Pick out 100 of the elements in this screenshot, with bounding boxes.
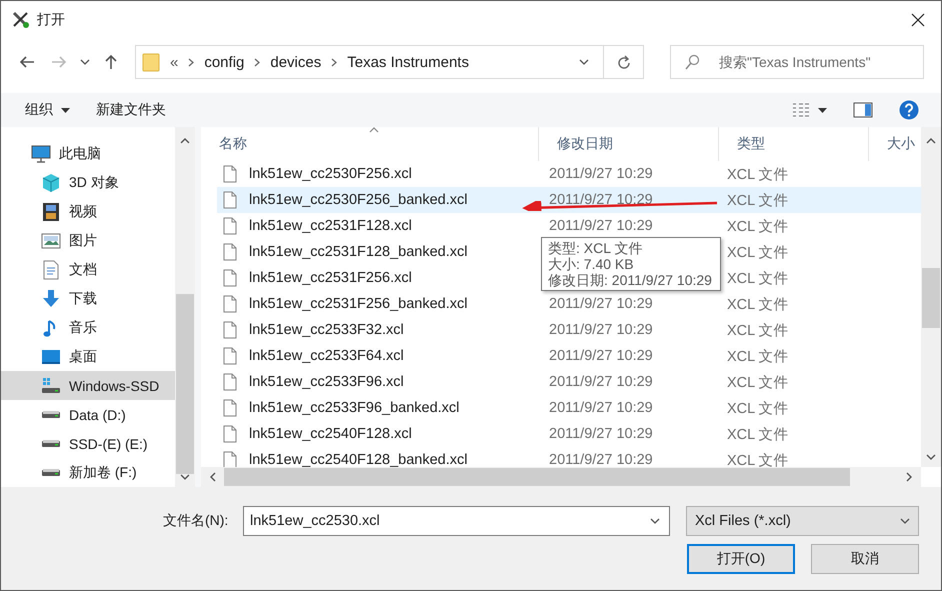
- file-type: XCL 文件: [726, 244, 790, 262]
- search-field[interactable]: 搜索"Texas Instruments": [670, 45, 924, 79]
- window-title: 打开: [37, 11, 65, 29]
- file-name: lnk51ew_cc2533F32.xcl: [249, 322, 404, 338]
- horizontal-scrollbar[interactable]: [201, 467, 921, 487]
- modified-date: 2011/9/27 10:29: [548, 347, 654, 366]
- file-type: XCL 文件: [726, 218, 790, 236]
- file-icon: [223, 399, 237, 417]
- chevron-right-icon: [331, 58, 338, 66]
- drive-icon: [41, 376, 61, 396]
- file-type: XCL 文件: [726, 296, 790, 314]
- file-name-cell[interactable]: lnk51ew_cc2540F128_banked.xcl: [217, 447, 539, 467]
- file-type: XCL 文件: [726, 426, 790, 444]
- file-icon: [223, 373, 237, 391]
- right-arrow-icon: [51, 55, 67, 69]
- file-name: lnk51ew_cc2530F256.xcl: [249, 166, 412, 182]
- file-name-cell[interactable]: lnk51ew_cc2530F256.xcl: [217, 161, 539, 187]
- filename-field[interactable]: lnk51ew_cc2530.xcl: [243, 506, 670, 536]
- refresh-button[interactable]: [604, 45, 644, 79]
- file-name: lnk51ew_cc2531F256.xcl: [249, 270, 412, 286]
- breadcrumb-overflow[interactable]: «: [170, 54, 178, 70]
- sidebar-item[interactable]: 视频: [1, 197, 175, 226]
- chevron-right-icon: [188, 58, 194, 66]
- sidebar-item[interactable]: 文档: [1, 255, 175, 284]
- file-name: lnk51ew_cc2531F128_banked.xcl: [249, 244, 468, 260]
- file-name-cell[interactable]: lnk51ew_cc2531F256.xcl: [217, 265, 539, 291]
- file-name: lnk51ew_cc2540F128.xcl: [249, 426, 412, 442]
- scrollbar[interactable]: [175, 127, 195, 487]
- scrollbar-thumb[interactable]: [224, 468, 850, 486]
- chevron-right-icon: [254, 58, 260, 66]
- sidebar-item[interactable]: 图片: [1, 226, 175, 255]
- chevron-down-icon: [80, 58, 90, 66]
- sidebar-item[interactable]: 下载: [1, 284, 175, 313]
- scrollbar-thumb[interactable]: [922, 268, 940, 328]
- breadcrumb-item[interactable]: config: [204, 54, 244, 70]
- file-name: lnk51ew_cc2531F256_banked.xcl: [249, 296, 468, 312]
- tools-icon: [11, 10, 31, 30]
- modified-date: 2011/9/27 10:29: [548, 425, 654, 444]
- column-header[interactable]: 类型: [719, 127, 869, 161]
- chevron-up-icon: [926, 137, 936, 144]
- file-type: XCL 文件: [726, 400, 790, 418]
- file-name: lnk51ew_cc2530F256_banked.xcl: [249, 192, 468, 208]
- file-icon: [223, 269, 237, 287]
- file-name-cell[interactable]: lnk51ew_cc2533F32.xcl: [217, 317, 539, 343]
- column-header[interactable]: 修改日期: [539, 127, 719, 161]
- drive-icon: [42, 440, 60, 448]
- chevron-down-icon: [900, 518, 910, 524]
- tooltip-line: 大小: 7.40 KB: [548, 256, 635, 272]
- sidebar-item[interactable]: SSD-(E) (E:): [1, 429, 175, 458]
- picture-icon: [41, 230, 61, 250]
- file-name: lnk51ew_cc2533F64.xcl: [249, 348, 404, 364]
- breadcrumb-item[interactable]: Texas Instruments: [347, 54, 469, 70]
- file-type: XCL 文件: [726, 374, 790, 392]
- modified-date: 2011/9/27 10:29: [548, 295, 654, 314]
- file-name-cell[interactable]: lnk51ew_cc2530F256_banked.xcl: [217, 187, 539, 213]
- chevron-down-icon: [926, 454, 936, 461]
- organize-button[interactable]: 组织: [15, 95, 80, 125]
- scrollbar[interactable]: [921, 127, 941, 467]
- filename-label: 文件名(N):: [163, 512, 230, 530]
- file-name-cell[interactable]: lnk51ew_cc2533F64.xcl: [217, 343, 539, 369]
- file-icon: [223, 295, 237, 313]
- close-icon: [911, 13, 925, 27]
- modified-date: 2011/9/27 10:29: [548, 451, 654, 467]
- file-icon: [223, 347, 237, 365]
- sidebar-item[interactable]: 3D 对象: [1, 168, 175, 197]
- file-type-dropdown[interactable]: Xcl Files (*.xcl): [686, 506, 919, 536]
- column-header[interactable]: 名称: [201, 127, 539, 161]
- file-name-cell[interactable]: lnk51ew_cc2533F96_banked.xcl: [217, 395, 539, 421]
- file-name-cell[interactable]: lnk51ew_cc2533F96.xcl: [217, 369, 539, 395]
- file-icon: [223, 165, 237, 183]
- scrollbar-thumb[interactable]: [176, 294, 194, 474]
- document-icon: [41, 260, 61, 280]
- sidebar-item[interactable]: 音乐: [1, 313, 175, 342]
- new-folder-button[interactable]: 新建文件夹: [86, 95, 176, 125]
- file-name-cell[interactable]: lnk51ew_cc2540F128.xcl: [217, 421, 539, 447]
- chevron-up-icon: [180, 137, 190, 144]
- file-type: XCL 文件: [726, 348, 790, 366]
- folder-icon: [142, 52, 160, 72]
- address-bar[interactable]: « config devices Texas Instruments: [135, 45, 604, 79]
- list-view-icon: [792, 102, 810, 118]
- cancel-button[interactable]: 取消: [811, 544, 919, 574]
- column-header[interactable]: 大小: [869, 127, 921, 161]
- file-icon: [223, 425, 237, 443]
- sidebar-item[interactable]: Windows-SSD: [1, 371, 175, 400]
- sidebar-item[interactable]: 桌面: [1, 342, 175, 371]
- caret-down-icon: [61, 108, 70, 112]
- tooltip-line: 修改日期: 2011/9/27 10:29: [548, 272, 712, 288]
- sidebar-item[interactable]: 新加卷 (F:): [1, 458, 175, 487]
- file-name-cell[interactable]: lnk51ew_cc2531F128.xcl: [217, 213, 539, 239]
- sidebar-item[interactable]: Data (D:): [1, 400, 175, 429]
- chevron-right-icon: [906, 472, 913, 482]
- file-name-cell[interactable]: lnk51ew_cc2531F128_banked.xcl: [217, 239, 539, 265]
- sidebar-item[interactable]: 此电脑: [1, 139, 175, 168]
- open-button[interactable]: 打开(O): [687, 544, 795, 574]
- breadcrumb-item[interactable]: devices: [270, 54, 322, 70]
- monitor-icon: [31, 144, 51, 164]
- modified-date: 2011/9/27 10:29: [548, 399, 654, 418]
- file-icon: [223, 243, 237, 261]
- file-name-cell[interactable]: lnk51ew_cc2531F256_banked.xcl: [217, 291, 539, 317]
- file-name: lnk51ew_cc2531F128.xcl: [249, 218, 412, 234]
